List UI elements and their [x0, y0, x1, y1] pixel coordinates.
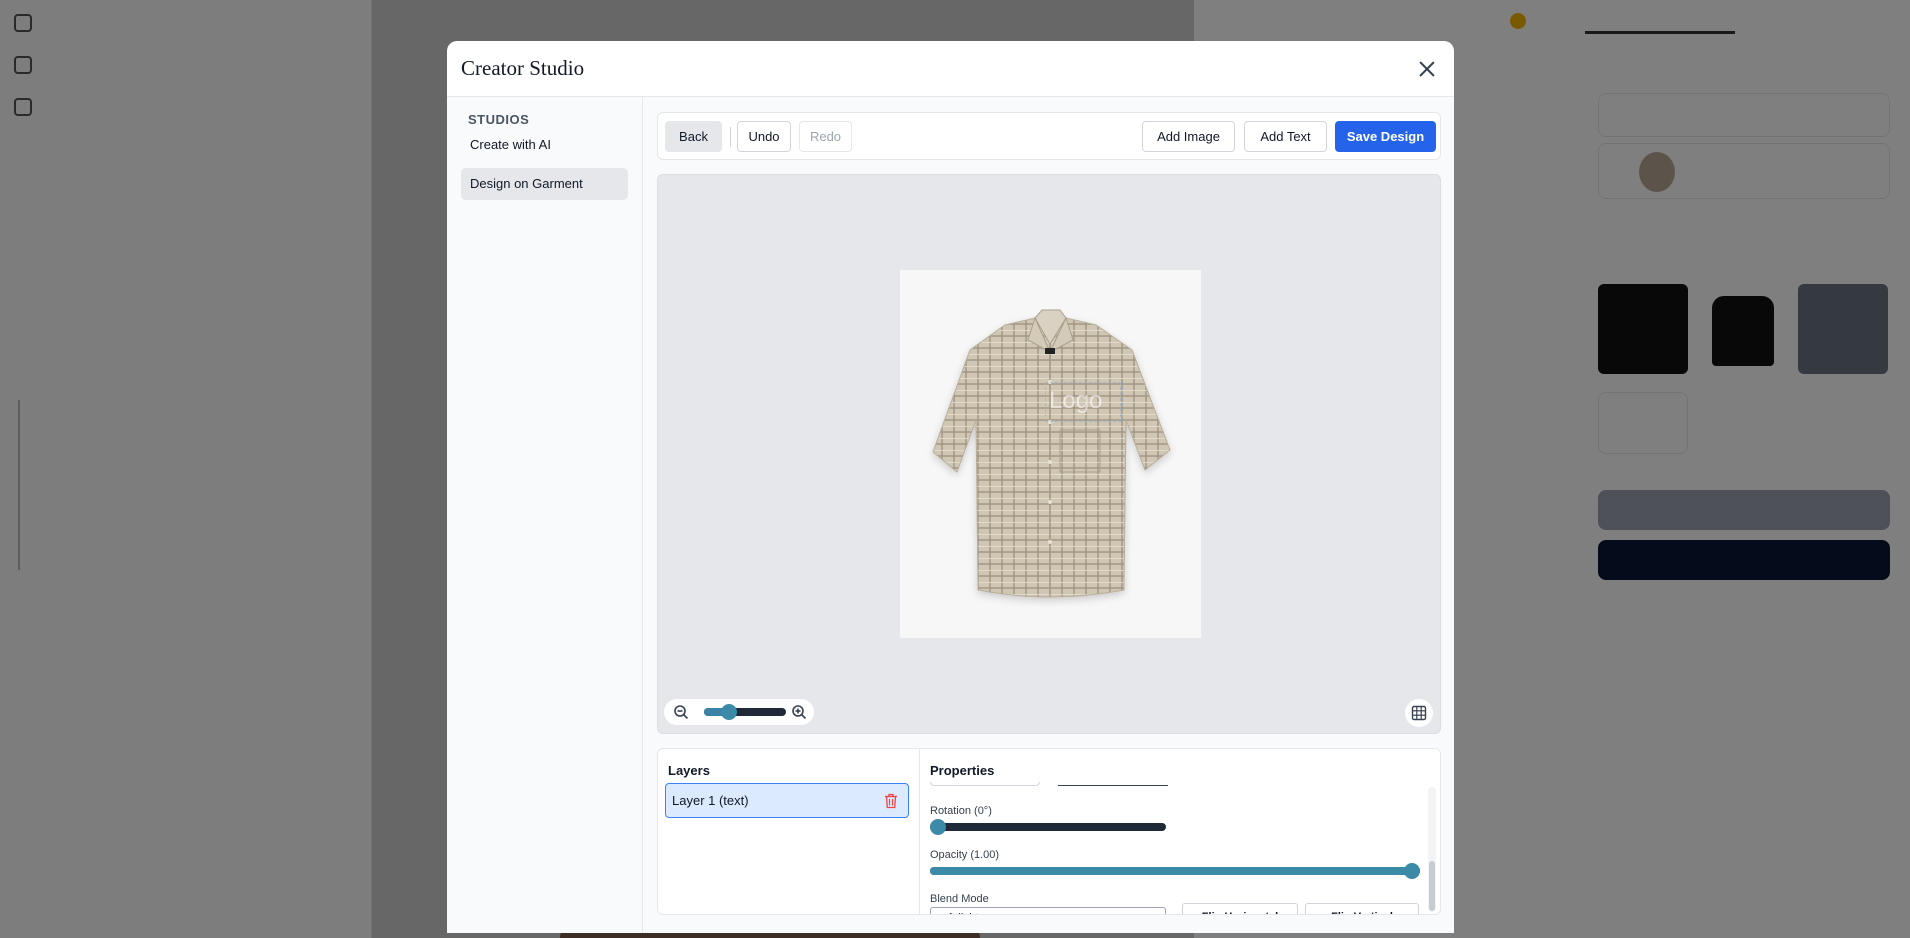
- garment-artboard[interactable]: Logo: [900, 270, 1201, 638]
- property-control-partial: [930, 782, 1040, 786]
- rotation-slider[interactable]: [930, 819, 1166, 835]
- modal-title: Creator Studio: [461, 56, 585, 80]
- sidebar-item-create-with-ai[interactable]: Create with AI: [461, 129, 628, 161]
- undo-button[interactable]: Undo: [737, 121, 791, 152]
- close-button[interactable]: [1414, 56, 1440, 82]
- zoom-out-icon[interactable]: [672, 703, 690, 721]
- opacity-slider-fill: [930, 867, 1412, 875]
- trash-icon[interactable]: [884, 793, 898, 809]
- logo-text-layer: Logo: [1049, 387, 1103, 414]
- properties-scrollbar[interactable]: [1428, 787, 1436, 912]
- chevron-down-icon: [1151, 914, 1159, 915]
- text-layer-handle[interactable]: Logo: [1045, 382, 1121, 422]
- opacity-slider[interactable]: [930, 863, 1420, 879]
- save-design-button[interactable]: Save Design: [1335, 121, 1436, 152]
- blend-mode-value: soft-light: [937, 912, 979, 914]
- flip-vertical-button[interactable]: Flip Vertical: [1305, 903, 1419, 914]
- opacity-slider-thumb[interactable]: [1404, 863, 1420, 879]
- studios-sidebar: STUDIOS Create with AI Design on Garment: [447, 97, 643, 933]
- flip-horizontal-button[interactable]: Flip Horizontal: [1182, 903, 1298, 914]
- grid-toggle-button[interactable]: [1405, 699, 1433, 727]
- modal-header: Creator Studio: [447, 41, 1454, 97]
- layers-properties-panel: Layers Layer 1 (text) Properties Rotatio…: [657, 748, 1441, 915]
- blend-mode-select[interactable]: soft-light: [930, 907, 1166, 915]
- redo-button[interactable]: Redo: [799, 121, 852, 152]
- garment-image: [932, 309, 1171, 598]
- design-workspace: Back Undo Redo Add Image Add Text Save D…: [643, 97, 1454, 933]
- back-button[interactable]: Back: [665, 121, 722, 152]
- grid-icon: [1411, 705, 1427, 721]
- blend-mode-label: Blend Mode: [930, 893, 989, 905]
- design-canvas[interactable]: Logo: [657, 174, 1441, 734]
- toolbar-divider: [730, 127, 731, 147]
- add-text-button[interactable]: Add Text: [1244, 121, 1327, 152]
- layers-panel: Layers Layer 1 (text): [658, 749, 920, 914]
- zoom-slider-thumb[interactable]: [720, 704, 737, 720]
- property-control-partial: [1058, 785, 1168, 786]
- sidebar-item-design-on-garment[interactable]: Design on Garment: [461, 168, 628, 200]
- sidebar-heading: STUDIOS: [468, 112, 530, 127]
- properties-title: Properties: [930, 763, 995, 778]
- zoom-slider[interactable]: [704, 704, 786, 720]
- creator-studio-modal: Creator Studio STUDIOS Create with AI De…: [447, 41, 1454, 933]
- zoom-control: [664, 699, 814, 725]
- opacity-label: Opacity (1.00): [930, 849, 1000, 861]
- properties-scrollbar-thumb[interactable]: [1429, 861, 1435, 911]
- editor-toolbar: Back Undo Redo Add Image Add Text Save D…: [657, 112, 1441, 160]
- rotation-label: Rotation (0°): [930, 805, 992, 817]
- zoom-in-icon[interactable]: [790, 703, 808, 721]
- add-image-button[interactable]: Add Image: [1142, 121, 1235, 152]
- properties-panel: Properties Rotation (0°) Opacity (1.00) …: [920, 749, 1440, 915]
- rotation-slider-thumb[interactable]: [930, 819, 946, 835]
- layer-label: Layer 1 (text): [672, 793, 749, 808]
- layer-item[interactable]: Layer 1 (text): [665, 783, 909, 818]
- layers-title: Layers: [668, 763, 710, 778]
